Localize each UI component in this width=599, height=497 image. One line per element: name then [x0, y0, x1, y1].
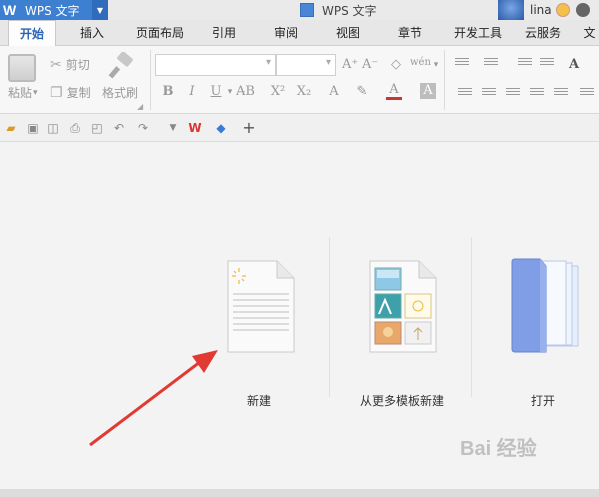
highlight-icon[interactable]: ✎: [354, 84, 370, 100]
launcher-icon[interactable]: ◢: [137, 102, 143, 111]
tab-home[interactable]: 开始: [8, 20, 56, 47]
distributed-icon[interactable]: [554, 88, 568, 100]
shrink-font-icon[interactable]: A⁻: [362, 57, 378, 73]
window-title: WPS 文字: [300, 0, 377, 20]
align-left-icon[interactable]: [458, 88, 472, 100]
font-size-select[interactable]: [276, 54, 336, 76]
cube-icon[interactable]: ◆: [214, 121, 228, 135]
tab-review[interactable]: 审阅: [264, 20, 308, 46]
divider: [471, 237, 472, 397]
open-folder-icon[interactable]: ▰: [4, 121, 18, 135]
bullet-list-icon[interactable]: [455, 58, 469, 70]
copy-button[interactable]: ❐ 复制: [50, 84, 91, 101]
save-icon[interactable]: ▣: [26, 121, 40, 135]
paste-button[interactable]: 粘贴 ▾: [8, 84, 38, 101]
print-icon[interactable]: ⎙: [68, 121, 82, 135]
text-direction-icon[interactable]: A: [566, 57, 582, 73]
title-bar: W WPS 文字 ▼ WPS 文字 lina: [0, 0, 599, 20]
chevron-down-icon: ▾: [33, 87, 38, 98]
new-document-icon[interactable]: [227, 260, 295, 353]
format-painter-icon[interactable]: [106, 52, 136, 82]
app-menu-button[interactable]: W WPS 文字 ▼: [0, 0, 108, 20]
tab-page-layout[interactable]: 页面布局: [128, 20, 192, 46]
print-preview-icon[interactable]: ◰: [90, 121, 104, 135]
format-painter-button[interactable]: 格式刷: [102, 84, 138, 101]
text-effect-icon[interactable]: A: [326, 84, 342, 100]
add-tab-icon[interactable]: +: [242, 120, 256, 136]
open-folder-icon[interactable]: [510, 258, 582, 356]
settings-icon[interactable]: [575, 3, 590, 17]
watermark: Bai 经验: [460, 438, 537, 460]
tab-developer[interactable]: 开发工具: [446, 20, 510, 46]
emoji-icon[interactable]: [555, 3, 570, 17]
copy-label: 复制: [66, 86, 91, 100]
font-color-icon[interactable]: A: [386, 82, 402, 100]
open-button[interactable]: 打开: [518, 392, 568, 409]
tab-section[interactable]: 章节: [388, 20, 432, 46]
wps-w-icon[interactable]: W: [188, 121, 202, 135]
numbered-list-icon[interactable]: [484, 58, 498, 70]
chevron-down-icon[interactable]: ▼: [92, 0, 108, 20]
clear-format-icon[interactable]: ◇: [388, 57, 404, 73]
line-spacing-icon[interactable]: [580, 88, 594, 100]
phonetic-icon[interactable]: wén: [410, 55, 431, 71]
justify-icon[interactable]: [530, 88, 544, 100]
align-center-icon[interactable]: [482, 88, 496, 100]
decrease-indent-icon[interactable]: [518, 58, 532, 70]
ribbon-tabs: 开始 插入 页面布局 引用 审阅 视图 章节 开发工具 云服务 文: [0, 20, 599, 47]
format-painter-label: 格式刷: [102, 86, 139, 100]
tab-insert[interactable]: 插入: [68, 20, 116, 46]
quick-access-toolbar: ▰ ▣ ◫ ⎙ ◰ ↶ ↷ ▼ W ◆ +: [0, 114, 599, 142]
increase-indent-icon[interactable]: [540, 58, 554, 70]
cut-label: 剪切: [65, 58, 90, 72]
strikethrough-icon[interactable]: A̶B: [236, 84, 255, 100]
grow-font-icon[interactable]: A⁺: [342, 57, 358, 73]
new-button[interactable]: 新建: [229, 392, 289, 409]
wps-logo-icon: W: [3, 2, 17, 18]
chevron-down-icon[interactable]: ▼: [166, 121, 180, 135]
tab-cloud[interactable]: 云服务: [518, 20, 568, 46]
cut-button[interactable]: ✂ 剪切: [50, 56, 90, 73]
char-shading-icon[interactable]: A: [420, 83, 436, 99]
divider: [150, 50, 151, 110]
copy-icon: ❐: [50, 84, 63, 101]
divider: [329, 237, 330, 397]
chevron-down-icon[interactable]: ▾: [428, 57, 444, 73]
undo-icon[interactable]: ↶: [112, 121, 126, 135]
user-name: lina: [530, 3, 552, 17]
paste-icon[interactable]: [8, 54, 36, 82]
document-icon: [300, 3, 314, 17]
output-pdf-icon[interactable]: ◫: [46, 121, 60, 135]
scissors-icon: ✂: [50, 56, 62, 73]
from-template-button[interactable]: 从更多模板新建: [352, 392, 452, 409]
align-right-icon[interactable]: [506, 88, 520, 100]
superscript-icon[interactable]: X²: [270, 84, 286, 100]
italic-icon[interactable]: I: [184, 84, 200, 100]
status-bar: [0, 489, 599, 497]
avatar[interactable]: [498, 0, 524, 20]
bold-icon[interactable]: B: [160, 84, 176, 100]
user-area[interactable]: lina: [498, 0, 599, 20]
tab-more[interactable]: 文: [580, 20, 599, 46]
template-document-icon[interactable]: [369, 260, 437, 353]
divider: [444, 50, 445, 110]
paste-label: 粘贴: [8, 86, 33, 100]
window-title-text: WPS 文字: [322, 3, 377, 18]
tab-references[interactable]: 引用: [202, 20, 246, 46]
app-menu-label: WPS 文字: [25, 3, 80, 18]
redo-icon[interactable]: ↷: [136, 121, 150, 135]
ribbon: 粘贴▾ ✂ 剪切 ❐ 复制 格式刷 ◢ A⁺ A⁻ ◇ wén ▾ B I U …: [0, 46, 599, 114]
tab-view[interactable]: 视图: [326, 20, 370, 46]
subscript-icon[interactable]: X₂: [296, 84, 312, 100]
font-name-select[interactable]: [155, 54, 276, 76]
